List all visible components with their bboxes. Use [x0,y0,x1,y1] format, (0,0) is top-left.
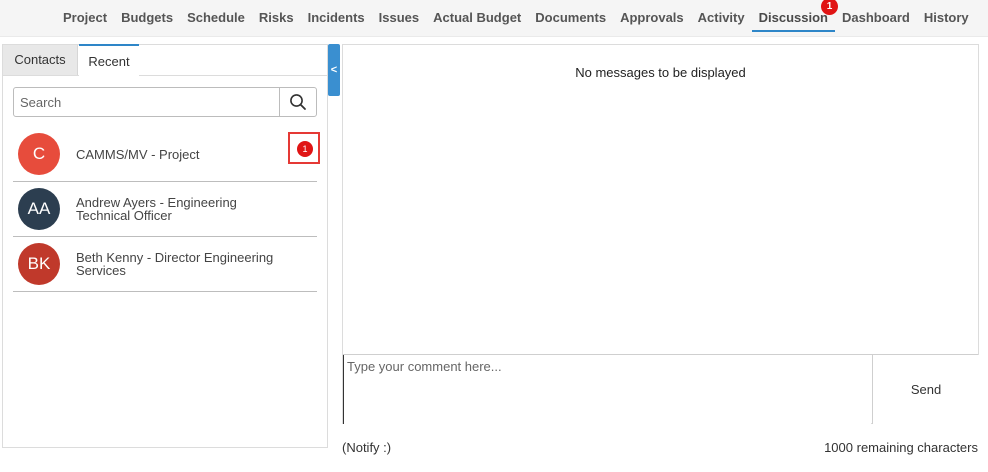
tab-discussion[interactable]: Discussion 1 [751,0,838,36]
tab-label: Activity [697,10,745,25]
tab-label: Budgets [121,10,174,25]
tab-label: Documents [535,10,607,25]
tab-activity[interactable]: Activity [691,0,752,36]
tab-history[interactable]: History [917,0,976,36]
tab-label: Approvals [620,10,684,25]
top-nav: Project Budgets Schedule Risks Incidents… [0,0,988,37]
tab-label: Issues [378,10,420,25]
comment-input[interactable] [343,355,871,424]
tab-contacts[interactable]: Contacts [3,45,78,75]
send-button[interactable]: Send [872,355,979,424]
tab-risks[interactable]: Risks [252,0,301,36]
tab-schedule[interactable]: Schedule [180,0,252,36]
tab-label: Schedule [187,10,245,25]
contacts-panel: Contacts Recent C CAMMS/MV - Project 1 A… [2,44,328,448]
avatar: AA [18,188,60,230]
module-tabs: Project Budgets Schedule Risks Incidents… [56,0,976,36]
message-panel: No messages to be displayed Send [342,44,979,424]
tab-label: History [923,10,969,25]
avatar: BK [18,243,60,285]
empty-messages-text: No messages to be displayed [575,65,746,80]
contact-item[interactable]: C CAMMS/MV - Project 1 [13,127,320,182]
tab-approvals[interactable]: Approvals [613,0,691,36]
tab-documents[interactable]: Documents [528,0,613,36]
tab-label: Project [63,10,108,25]
collapse-panel-button[interactable]: < [328,44,340,96]
unread-indicator: 1 [288,132,320,164]
tab-label: Incidents [307,10,365,25]
tab-label: Actual Budget [433,10,522,25]
search-icon [290,94,306,110]
contact-name: Andrew Ayers - Engineering Technical Off… [76,182,276,236]
contact-name-text: Andrew Ayers - Engineering Technical Off… [76,195,237,223]
contact-item[interactable]: AA Andrew Ayers - Engineering Technical … [13,182,317,237]
contact-name-text: Beth Kenny - Director Engineering Servic… [76,250,274,278]
chevron-left-icon: < [330,64,338,76]
contact-item[interactable]: BK Beth Kenny - Director Engineering Ser… [13,237,317,292]
tab-label: Discussion [758,10,828,25]
contact-name: Beth Kenny - Director Engineering Servic… [76,237,276,291]
search-button[interactable] [279,88,316,116]
tab-issues[interactable]: Issues [372,0,426,36]
tab-recent[interactable]: Recent [79,44,139,78]
tab-project[interactable]: Project [56,0,114,36]
comment-composer: Send [343,354,979,424]
tab-label: Dashboard [841,10,910,25]
notify-label: (Notify :) [342,440,392,455]
tab-budgets[interactable]: Budgets [114,0,180,36]
tab-divider [3,75,327,76]
tab-dashboard[interactable]: Dashboard [835,0,917,36]
search-box [13,87,317,117]
contact-name: CAMMS/MV - Project [76,127,276,181]
remaining-characters: 1000 remaining characters [824,440,978,455]
tab-actual-budget[interactable]: Actual Budget [426,0,528,36]
contact-name-text: CAMMS/MV - Project [76,146,200,162]
avatar: C [18,133,60,175]
recent-contact-list: C CAMMS/MV - Project 1 AA Andrew Ayers -… [13,127,320,292]
panel-tabs: Contacts Recent [3,44,327,78]
unread-count-badge: 1 [297,141,313,157]
search-input[interactable] [14,88,288,116]
tab-incidents[interactable]: Incidents [301,0,372,36]
tab-label: Risks [258,10,294,25]
